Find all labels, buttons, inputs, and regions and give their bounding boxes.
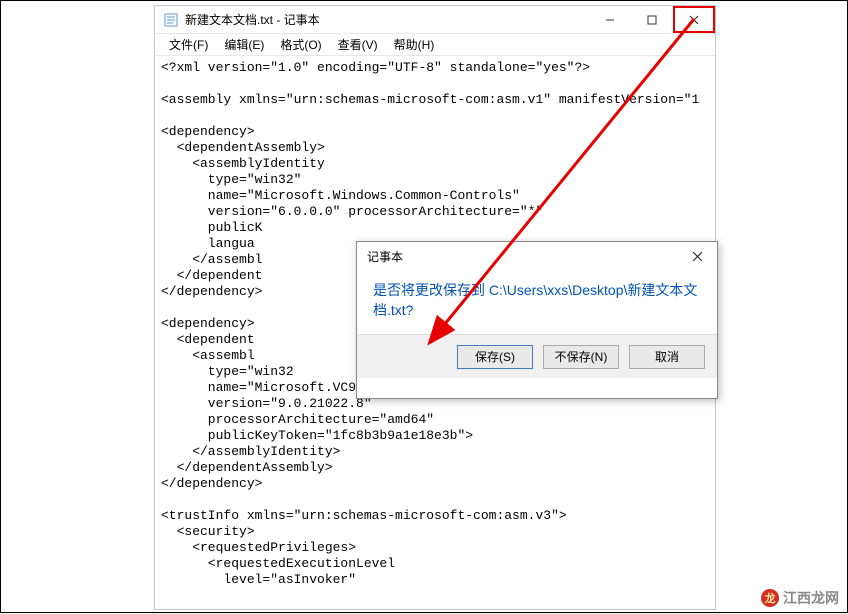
menu-edit[interactable]: 编辑(E)	[216, 34, 272, 55]
window-controls	[589, 6, 715, 33]
menu-help[interactable]: 帮助(H)	[386, 34, 443, 55]
save-dialog: 记事本 是否将更改保存到 C:\Users\xxs\Desktop\新建文本文档…	[356, 241, 718, 399]
watermark-icon: 龙	[761, 589, 779, 607]
menubar: 文件(F) 编辑(E) 格式(O) 查看(V) 帮助(H)	[155, 34, 715, 56]
watermark: 龙 江西龙网	[761, 588, 839, 608]
window-title: 新建文本文档.txt - 记事本	[185, 11, 589, 28]
dialog-titlebar: 记事本	[357, 242, 717, 270]
dont-save-button[interactable]: 不保存(N)	[543, 345, 619, 369]
menu-view[interactable]: 查看(V)	[330, 34, 386, 55]
save-button[interactable]: 保存(S)	[457, 345, 533, 369]
menu-file[interactable]: 文件(F)	[161, 34, 216, 55]
dialog-title: 记事本	[367, 248, 403, 265]
minimize-button[interactable]	[589, 6, 631, 33]
watermark-text: 江西龙网	[783, 588, 839, 608]
titlebar: 新建文本文档.txt - 记事本	[155, 6, 715, 34]
cancel-button[interactable]: 取消	[629, 345, 705, 369]
maximize-button[interactable]	[631, 6, 673, 33]
menu-format[interactable]: 格式(O)	[272, 34, 329, 55]
notepad-icon	[163, 12, 179, 28]
close-button[interactable]	[673, 6, 715, 33]
dialog-close-button[interactable]	[677, 242, 717, 270]
dialog-message: 是否将更改保存到 C:\Users\xxs\Desktop\新建文本文档.txt…	[357, 270, 717, 334]
dialog-buttons: 保存(S) 不保存(N) 取消	[357, 334, 717, 378]
